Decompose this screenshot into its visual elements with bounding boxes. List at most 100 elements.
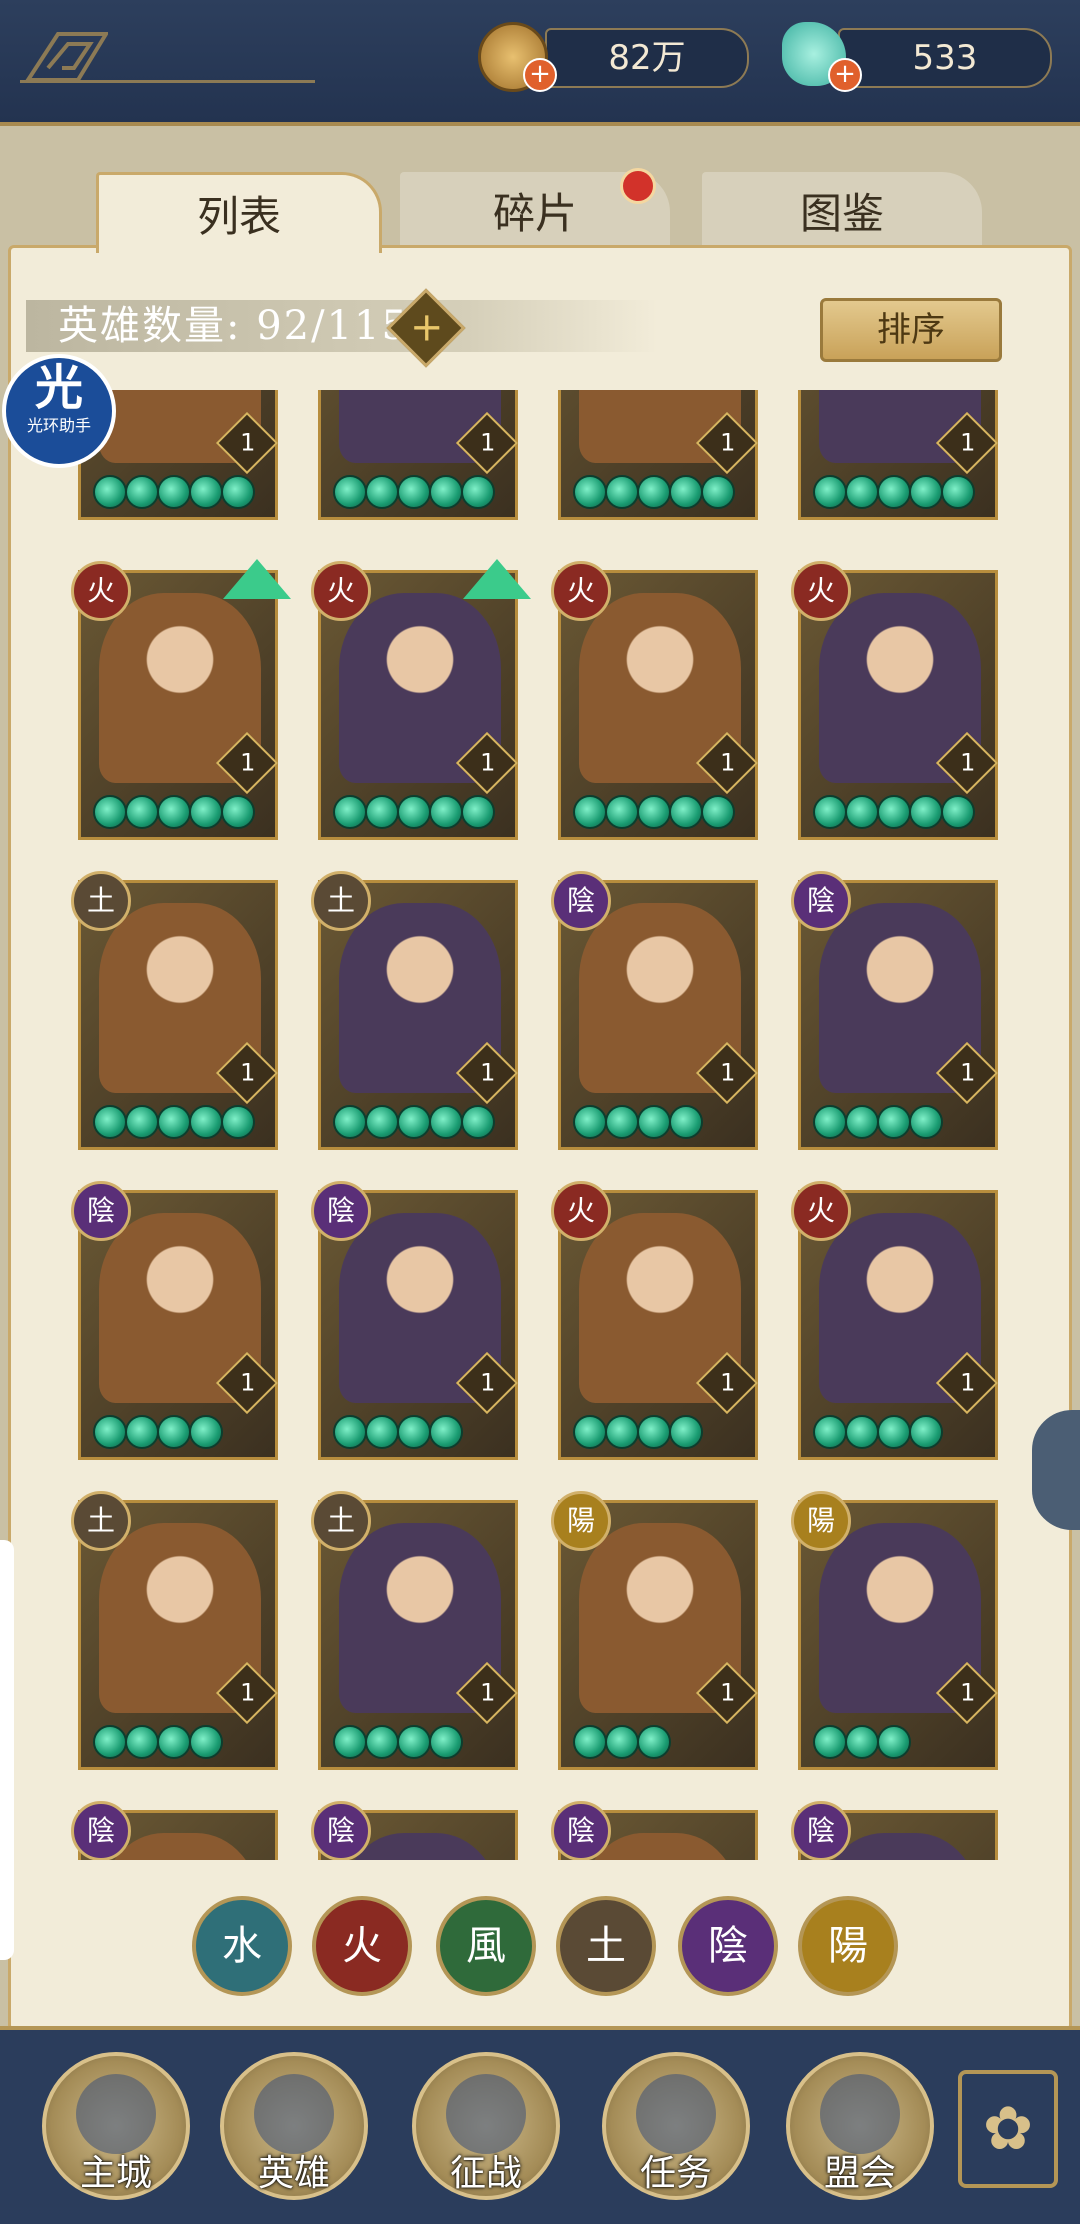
element-filter-button[interactable]: 風 <box>436 1896 536 1996</box>
star-gem-icon <box>845 475 879 509</box>
element-badge-icon: 陽 <box>551 1491 611 1551</box>
hero-card[interactable]: 火1 <box>791 561 999 840</box>
star-gem-icon <box>701 475 735 509</box>
star-gem-icon <box>189 1415 223 1449</box>
star-gem-icon <box>573 795 607 829</box>
add-gems-button[interactable]: + <box>828 58 862 92</box>
hero-card[interactable]: 1 <box>558 390 759 520</box>
hero-card[interactable]: 1 <box>318 390 519 520</box>
star-gem-icon <box>93 1725 127 1759</box>
hero-card[interactable]: 陽1 <box>791 1491 999 1770</box>
element-filter-button[interactable]: 陰 <box>678 1896 778 1996</box>
element-filter-button[interactable]: 水 <box>192 1896 292 1996</box>
hero-card[interactable]: 土1 <box>71 1491 279 1770</box>
star-gem-icon <box>669 475 703 509</box>
star-gem-icon <box>909 795 943 829</box>
more-menu-button[interactable]: ✿ <box>958 2070 1058 2188</box>
nav-button[interactable]: 主城 <box>42 2052 190 2200</box>
nav-label: 主城 <box>79 2153 152 2194</box>
element-badge-icon: 陰 <box>791 1801 851 1860</box>
nav-button[interactable]: 征战 <box>412 2052 560 2200</box>
hero-card[interactable]: 火1 <box>551 561 759 840</box>
hero-card[interactable]: 火1 <box>551 1181 759 1460</box>
sort-button[interactable]: 排序 <box>820 298 1002 362</box>
star-rating <box>813 475 975 511</box>
tab-codex-label: 图鉴 <box>799 189 884 238</box>
star-rating <box>333 1415 463 1451</box>
hero-card[interactable]: 陰1 <box>311 1181 519 1460</box>
level-value: 1 <box>240 1678 256 1707</box>
pavilion-icon <box>820 2074 900 2154</box>
star-gem-icon <box>157 1725 191 1759</box>
level-value: 1 <box>720 1368 736 1397</box>
star-gem-icon <box>637 1415 671 1449</box>
palace-icon <box>76 2074 156 2154</box>
nav-button[interactable]: 任务 <box>602 2052 750 2200</box>
star-gem-icon <box>877 1415 911 1449</box>
hero-card[interactable]: 陰 <box>551 1801 758 1860</box>
element-badge-icon: 陰 <box>551 871 611 931</box>
element-filter-button[interactable]: 火 <box>312 1896 412 1996</box>
star-gem-icon <box>813 795 847 829</box>
hero-card[interactable]: 陽1 <box>551 1491 759 1770</box>
hero-card[interactable]: 火1 <box>71 559 291 840</box>
hero-card[interactable]: 陰 <box>71 1801 278 1860</box>
star-gem-icon <box>845 1725 879 1759</box>
hero-card[interactable]: 土1 <box>311 871 519 1150</box>
star-rating <box>573 795 735 831</box>
star-gem-icon <box>845 1105 879 1139</box>
star-gem-icon <box>573 475 607 509</box>
element-badge-icon: 陰 <box>551 1801 611 1860</box>
plus-icon: + <box>409 304 444 351</box>
hero-card[interactable]: 火1 <box>311 559 531 840</box>
element-filter-button[interactable]: 陽 <box>798 1896 898 1996</box>
coin-value: 82万 <box>608 38 686 78</box>
star-gem-icon <box>605 795 639 829</box>
quest-scroll-icon <box>636 2074 716 2154</box>
tab-list[interactable]: 列表 <box>96 172 382 253</box>
floating-assistant-button[interactable] <box>1032 1410 1080 1530</box>
level-value: 1 <box>240 428 256 457</box>
star-gem-icon <box>813 1415 847 1449</box>
element-filter-bar: 水火風土陰陽 <box>0 1896 1080 1996</box>
star-gem-icon <box>941 475 975 509</box>
hero-card[interactable]: 陰 <box>311 1801 518 1860</box>
star-gem-icon <box>397 1725 431 1759</box>
star-rating <box>813 1105 943 1141</box>
star-gem-icon <box>189 1725 223 1759</box>
level-value: 1 <box>480 428 496 457</box>
add-coins-button[interactable]: + <box>523 58 557 92</box>
star-rating <box>573 1105 703 1141</box>
level-value: 1 <box>960 748 976 777</box>
star-rating <box>333 795 495 831</box>
element-badge-icon: 土 <box>311 1491 371 1551</box>
tab-codex[interactable]: 图鉴 <box>702 172 982 250</box>
star-gem-icon <box>429 475 463 509</box>
hero-card[interactable]: 陰1 <box>791 871 999 1150</box>
level-value: 1 <box>960 1058 976 1087</box>
hero-card[interactable]: 陰 <box>791 1801 998 1860</box>
star-gem-icon <box>125 1105 159 1139</box>
star-gem-icon <box>877 475 911 509</box>
hero-card[interactable]: 陰1 <box>551 871 759 1150</box>
hero-card[interactable]: 陰1 <box>71 1181 279 1460</box>
overlay-helper-button[interactable]: 光 光环助手 <box>2 354 116 468</box>
star-gem-icon <box>669 1415 703 1449</box>
star-rating <box>93 1105 255 1141</box>
nav-button[interactable]: 英雄 <box>220 2052 368 2200</box>
star-gem-icon <box>397 1105 431 1139</box>
star-gem-icon <box>93 1105 127 1139</box>
star-gem-icon <box>333 475 367 509</box>
nav-label: 征战 <box>449 2153 522 2194</box>
star-rating <box>93 1725 223 1761</box>
star-gem-icon <box>397 1415 431 1449</box>
hero-card[interactable]: 火1 <box>791 1181 999 1460</box>
star-gem-icon <box>397 795 431 829</box>
hero-card[interactable]: 土1 <box>311 1491 519 1770</box>
bottom-nav: ✿ 主城 英雄 征战 任务 盟会 <box>0 2026 1080 2224</box>
star-gem-icon <box>221 1105 255 1139</box>
nav-button[interactable]: 盟会 <box>786 2052 934 2200</box>
hero-card[interactable]: 1 <box>798 390 999 520</box>
hero-card[interactable]: 土1 <box>71 871 279 1150</box>
element-filter-button[interactable]: 土 <box>556 1896 656 1996</box>
